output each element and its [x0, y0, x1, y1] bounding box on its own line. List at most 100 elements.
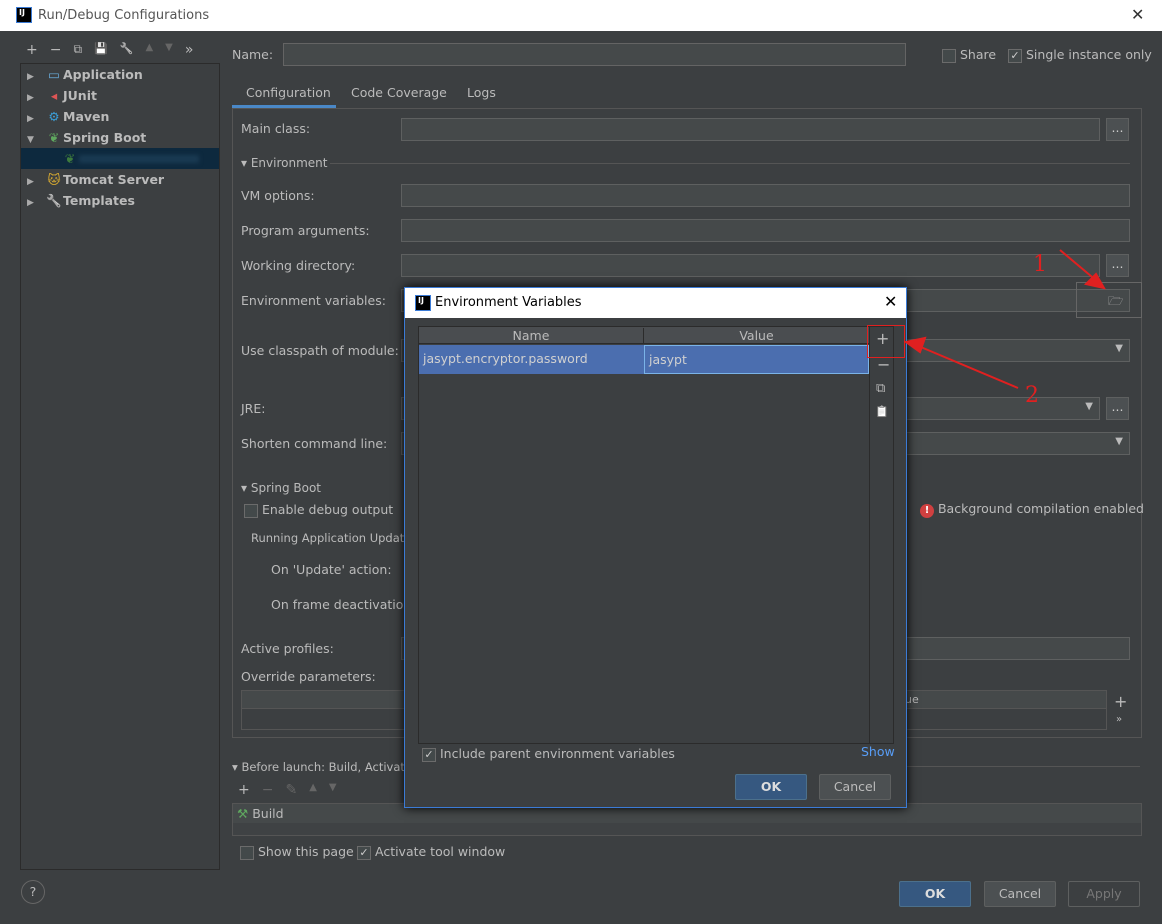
expand-arrow-icon[interactable]: ▶ — [27, 193, 45, 214]
dialog-cancel-button[interactable]: Cancel — [819, 774, 891, 800]
move-down-icon[interactable]: ▼ — [165, 42, 173, 58]
add-parameter-icon[interactable]: + — [1114, 692, 1127, 711]
enable-debug-checkbox[interactable]: Enable debug output — [244, 502, 393, 518]
tree-item-maven[interactable]: ▶ ⚙ Maven — [21, 106, 219, 127]
show-this-page-checkbox[interactable]: Show this page — [240, 844, 354, 860]
jre-label: JRE: — [241, 401, 266, 416]
edit-icon[interactable]: ✎ — [285, 782, 297, 798]
before-launch-header[interactable]: ▾ Before launch: Build, Activate t — [232, 760, 420, 774]
single-instance-label: Single instance only — [1025, 47, 1152, 62]
column-header-value[interactable]: Value — [644, 328, 869, 343]
move-down-icon[interactable]: ▼ — [329, 782, 337, 798]
browse-main-class-button[interactable]: ... — [1106, 118, 1129, 141]
remove-icon[interactable]: − — [50, 42, 62, 58]
single-instance-checkbox[interactable]: ✓ Single instance only — [1008, 47, 1152, 63]
annotation-step-2: 2 — [1025, 383, 1039, 408]
main-class-label: Main class: — [241, 121, 311, 136]
move-up-icon[interactable]: ▲ — [309, 782, 317, 798]
environment-variables-label: Environment variables: — [241, 293, 386, 308]
background-compilation-label: Background compilation enabled — [937, 501, 1144, 516]
on-frame-deactivation-label: On frame deactivation: — [271, 597, 416, 612]
include-parent-label: Include parent environment variables — [439, 746, 675, 761]
name-input[interactable] — [283, 43, 906, 66]
tree-item-junit[interactable]: ▶ ◂ JUnit — [21, 85, 219, 106]
tree-item-label: Application — [63, 67, 143, 82]
table-row[interactable]: jasypt.encryptor.password jasypt — [419, 345, 869, 374]
tree-item-spring-boot-config[interactable]: ❦ — [21, 148, 219, 169]
save-icon[interactable]: 💾 — [94, 42, 108, 58]
folder-open-icon[interactable]: 🗁 — [1108, 292, 1124, 313]
window-title: Run/Debug Configurations — [38, 8, 210, 23]
name-label: Name: — [232, 47, 274, 62]
show-page-label: Show this page — [257, 844, 354, 859]
ok-button[interactable]: OK — [899, 881, 971, 907]
application-icon: ▭ — [48, 67, 60, 82]
tree-item-application[interactable]: ▶ ▭ Application — [21, 64, 219, 85]
background-compilation-status: ! Background compilation enabled — [920, 501, 1144, 518]
dialog-ok-button[interactable]: OK — [735, 774, 807, 800]
environment-section-header[interactable]: ▾ Environment — [241, 156, 327, 170]
activate-tool-label: Activate tool window — [374, 844, 506, 859]
variable-value-cell[interactable]: jasypt — [644, 345, 869, 374]
paste-icon[interactable]: 📋 — [875, 405, 889, 418]
wrench-icon: 🔧 — [46, 193, 62, 208]
tree-item-label: Spring Boot — [63, 130, 147, 145]
variable-name-cell[interactable]: jasypt.encryptor.password — [423, 351, 588, 366]
tab-code-coverage[interactable]: Code Coverage — [351, 84, 447, 108]
program-arguments-input[interactable] — [401, 219, 1130, 242]
remove-icon[interactable]: − — [262, 782, 274, 798]
spring-boot-label: Spring Boot — [250, 481, 322, 495]
spring-boot-icon: ❦ — [64, 151, 76, 166]
browse-jre-button[interactable]: ... — [1106, 397, 1129, 420]
intellij-logo-icon: IJ — [415, 295, 431, 311]
add-icon[interactable]: + — [238, 782, 250, 798]
config-toolbar: + − ⧉ 💾 🔧 ▲ ▼ » — [26, 42, 193, 58]
browse-working-directory-button[interactable]: ... — [1106, 254, 1129, 277]
apply-button[interactable]: Apply — [1068, 881, 1140, 907]
wrench-icon[interactable]: 🔧 — [120, 42, 134, 58]
include-parent-checkbox[interactable]: ✓ Include parent environment variables — [422, 746, 675, 762]
share-checkbox[interactable]: Share — [942, 47, 996, 63]
activate-tool-window-checkbox[interactable]: ✓ Activate tool window — [357, 844, 505, 860]
error-icon: ! — [920, 504, 934, 518]
env-vars-table: Name Value jasypt.encryptor.password jas… — [418, 326, 894, 744]
tree-item-label: Maven — [63, 109, 110, 124]
more-icon[interactable]: » — [185, 42, 194, 58]
close-icon[interactable]: ✕ — [884, 292, 897, 311]
working-directory-input[interactable] — [401, 254, 1100, 277]
tab-configuration[interactable]: Configuration — [232, 84, 336, 108]
override-parameters-label: Override parameters: — [241, 669, 376, 684]
tab-label: Logs — [467, 85, 496, 100]
dialog-title: Environment Variables — [435, 295, 582, 310]
task-label: Build — [252, 806, 284, 821]
tab-label: Configuration — [246, 85, 331, 100]
cancel-button[interactable]: Cancel — [984, 881, 1056, 907]
tree-item-templates[interactable]: ▶ 🔧Templates — [21, 190, 219, 211]
help-button[interactable]: ? — [21, 880, 45, 904]
tree-item-tomcat-server[interactable]: ▶ 🐱 Tomcat Server — [21, 169, 219, 190]
shorten-command-line-label: Shorten command line: — [241, 436, 388, 451]
main-class-input[interactable] — [401, 118, 1100, 141]
copy-icon[interactable]: ⧉ — [876, 381, 885, 396]
add-icon[interactable]: + — [26, 42, 38, 58]
spring-boot-section-header[interactable]: ▾ Spring Boot — [241, 481, 321, 495]
column-header-name[interactable]: Name — [419, 328, 644, 343]
close-icon[interactable]: ✕ — [1131, 5, 1144, 24]
tomcat-icon: 🐱 — [47, 172, 61, 187]
blurred-config-name — [79, 155, 199, 163]
more-icon[interactable]: » — [1116, 714, 1122, 725]
spring-boot-icon: ❦ — [48, 130, 60, 145]
dialog-titlebar: IJ Environment Variables ✕ — [405, 288, 906, 318]
show-link[interactable]: Show — [861, 744, 895, 759]
move-up-icon[interactable]: ▲ — [145, 42, 153, 58]
tab-logs[interactable]: Logs — [467, 84, 496, 108]
vm-options-input[interactable] — [401, 184, 1130, 207]
tab-label: Code Coverage — [351, 85, 447, 100]
divider — [900, 766, 1140, 767]
use-classpath-label: Use classpath of module: — [241, 343, 399, 358]
tree-item-spring-boot[interactable]: ▼ ❦ Spring Boot — [21, 127, 219, 148]
copy-icon[interactable]: ⧉ — [73, 42, 82, 58]
share-label: Share — [959, 47, 997, 62]
annotation-step-1: 1 — [1033, 252, 1047, 277]
hammer-icon: ⚒ — [237, 806, 249, 821]
